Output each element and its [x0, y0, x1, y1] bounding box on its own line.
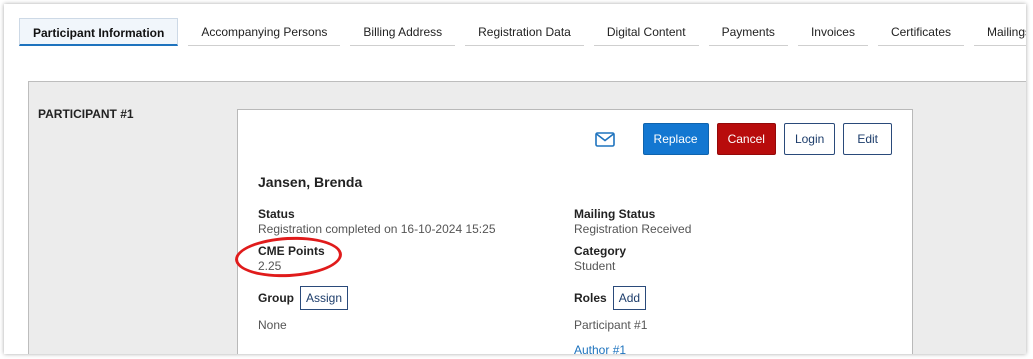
group-field: Group Assign None [258, 286, 349, 333]
category-label: Category [574, 244, 627, 258]
replace-button[interactable]: Replace [642, 123, 709, 155]
participant-card: Replace Cancel Login Edit Jansen, Brenda… [237, 109, 913, 354]
edit-button[interactable]: Edit [843, 123, 892, 155]
tab-certificates[interactable]: Certificates [877, 18, 964, 46]
tab-mailings[interactable]: Mailings [974, 18, 1026, 46]
role-item: Participant #1 [574, 318, 648, 332]
cancel-button[interactable]: Cancel [716, 123, 776, 155]
tab-billing-address[interactable]: Billing Address [350, 18, 456, 46]
envelope-icon[interactable] [593, 127, 617, 151]
participant-name: Jansen, Brenda [258, 174, 363, 190]
add-role-button[interactable]: Add [612, 286, 647, 310]
section-title: PARTICIPANT #1 [38, 107, 134, 121]
status-field: Status Registration completed on 16-10-2… [258, 207, 496, 237]
group-value: None [258, 318, 287, 332]
login-button[interactable]: Login [783, 123, 836, 155]
registration-panel: Participant Information Accompanying Per… [4, 4, 1026, 354]
status-label: Status [258, 207, 295, 221]
mailing-status-field: Mailing Status Registration Received [574, 207, 691, 237]
group-label: Group [258, 290, 294, 305]
roles-field: Roles Add Participant #1 Author #1 [574, 286, 647, 354]
mailing-status-value: Registration Received [574, 222, 692, 236]
role-link-author[interactable]: Author #1 [574, 343, 647, 354]
mailing-status-label: Mailing Status [574, 207, 656, 221]
category-value: Student [574, 259, 616, 273]
assign-button[interactable]: Assign [300, 286, 349, 310]
tab-bar: Participant Information Accompanying Per… [19, 18, 1026, 46]
tab-digital-content[interactable]: Digital Content [593, 18, 699, 46]
tab-accompanying-persons[interactable]: Accompanying Persons [188, 18, 341, 46]
card-actions: Replace Cancel Login Edit [593, 123, 892, 155]
tab-invoices[interactable]: Invoices [797, 18, 868, 46]
roles-label: Roles [574, 290, 607, 305]
tab-payments[interactable]: Payments [708, 18, 788, 46]
content-area: PARTICIPANT #1 Replace Cancel Login Edit… [28, 81, 1026, 354]
category-field: Category Student [574, 244, 626, 274]
status-value: Registration completed on 16-10-2024 15:… [258, 222, 496, 236]
tab-participant-information[interactable]: Participant Information [19, 18, 179, 46]
tab-registration-data[interactable]: Registration Data [465, 18, 584, 46]
